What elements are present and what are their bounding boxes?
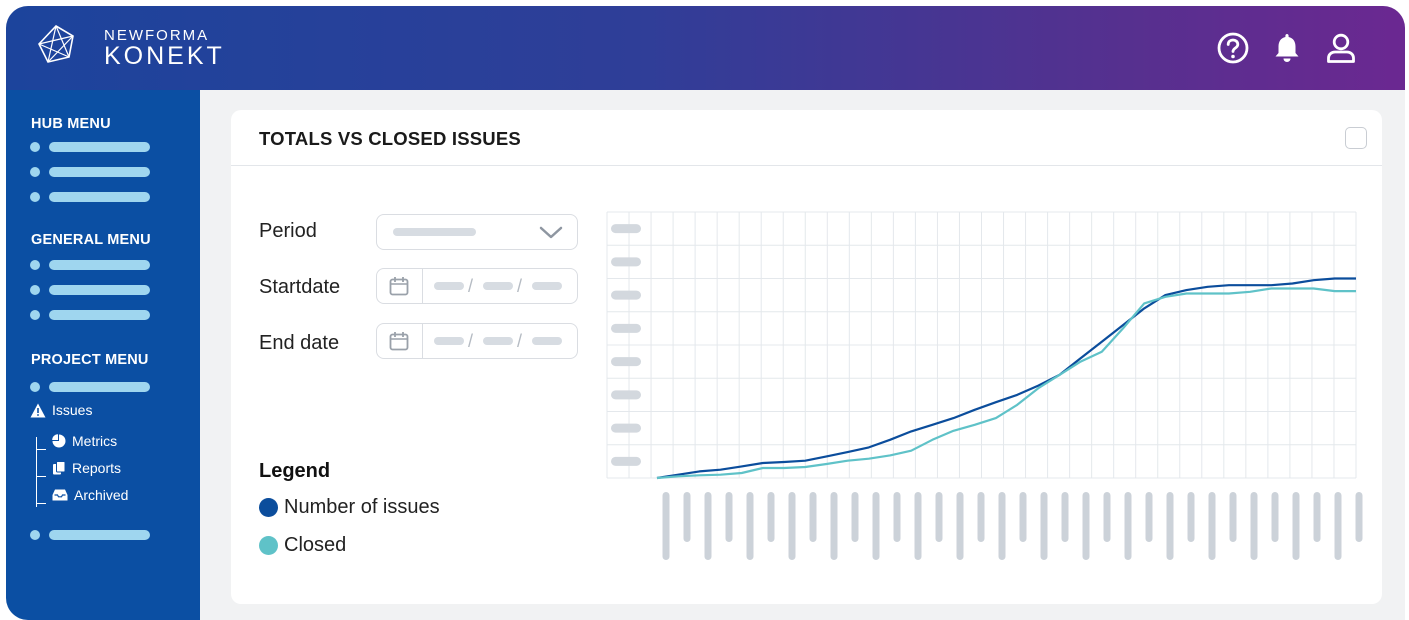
hub-menu-heading: HUB MENU: [31, 116, 111, 132]
sidebar: HUB MENU GENERAL MENU PROJECT MENU Issue…: [6, 90, 200, 620]
general-menu-heading: GENERAL MENU: [31, 232, 151, 248]
x-tick-label-placeholder: [1292, 492, 1300, 560]
bell-icon[interactable]: [1269, 30, 1305, 66]
header-icons: [1215, 30, 1359, 66]
sidebar-item-label: Reports: [72, 460, 122, 476]
x-tick-label-placeholder: [1124, 492, 1132, 560]
x-tick-label-placeholder: [1082, 492, 1090, 560]
x-tick-label-placeholder: [1271, 492, 1279, 542]
x-tick-label-placeholder: [1250, 492, 1258, 560]
sidebar-item-label: Archived: [74, 487, 129, 503]
x-tick-label-placeholder: [725, 492, 733, 542]
x-tick-label-placeholder: [935, 492, 943, 542]
x-tick-label-placeholder: [1019, 492, 1027, 542]
y-tick-label-placeholder: [611, 257, 641, 267]
help-icon[interactable]: [1215, 30, 1251, 66]
documents-icon: [53, 461, 66, 475]
x-tick-label-placeholder: [662, 492, 670, 560]
x-tick-label-placeholder: [788, 492, 796, 560]
sidebar-item-reports[interactable]: Reports: [52, 460, 121, 476]
x-tick-label-placeholder: [1313, 492, 1321, 542]
submenu-tree-lines: [36, 437, 49, 507]
series-line-closed: [656, 287, 1356, 480]
hub-menu-item[interactable]: [30, 192, 150, 202]
x-tick-label-placeholder: [977, 492, 985, 542]
y-tick-label-placeholder: [611, 290, 641, 300]
x-tick-label-placeholder: [1040, 492, 1048, 560]
y-tick-label-placeholder: [611, 357, 641, 367]
x-tick-label-placeholder: [956, 492, 964, 560]
x-tick-label-placeholder: [998, 492, 1006, 560]
hub-menu-item[interactable]: [30, 167, 150, 177]
x-tick-label-placeholder: [1166, 492, 1174, 560]
y-tick-label-placeholder: [611, 323, 641, 333]
pie-chart-icon: [52, 434, 66, 448]
x-tick-label-placeholder: [1334, 492, 1342, 560]
x-tick-label-placeholder: [767, 492, 775, 542]
x-tick-label-placeholder: [830, 492, 838, 560]
x-tick-label-placeholder: [746, 492, 754, 560]
project-menu-item[interactable]: [30, 382, 150, 392]
x-tick-label-placeholder: [851, 492, 859, 542]
top-bar: NEWFORMA KONEKT: [6, 6, 1405, 90]
x-tick-label-placeholder: [1355, 492, 1363, 542]
user-icon[interactable]: [1323, 30, 1359, 66]
x-tick-label-placeholder: [872, 492, 880, 560]
x-tick-label-placeholder: [704, 492, 712, 560]
totals-vs-closed-card: TOTALS VS CLOSED ISSUES Period Startdate…: [231, 110, 1382, 604]
sidebar-item-archived[interactable]: Archived: [52, 487, 128, 503]
y-tick-label-placeholder: [611, 224, 641, 234]
sidebar-item-metrics[interactable]: Metrics: [52, 433, 117, 449]
sidebar-item-issues[interactable]: Issues: [30, 402, 92, 418]
x-tick-label-placeholder: [1187, 492, 1195, 542]
x-tick-label-placeholder: [1103, 492, 1111, 542]
sidebar-item-label: Issues: [52, 402, 93, 418]
sidebar-item-label: Metrics: [72, 433, 118, 449]
x-tick-label-placeholder: [683, 492, 691, 542]
general-menu-item[interactable]: [30, 260, 150, 270]
newforma-logo-icon: [38, 24, 74, 63]
app-window: NEWFORMA KONEKT HUB MENU GENERAL MENU PR…: [6, 6, 1405, 620]
general-menu-item[interactable]: [30, 285, 150, 295]
project-menu-heading: PROJECT MENU: [31, 352, 149, 368]
inbox-icon: [52, 489, 68, 501]
hub-menu-item[interactable]: [30, 142, 150, 152]
y-tick-label-placeholder: [611, 390, 641, 400]
brand-name: NEWFORMA KONEKT: [104, 28, 225, 70]
x-tick-label-placeholder: [809, 492, 817, 542]
x-tick-label-placeholder: [893, 492, 901, 542]
line-chart: [606, 211, 1363, 560]
warning-icon: [30, 403, 46, 417]
x-tick-label-placeholder: [1061, 492, 1069, 542]
y-tick-label-placeholder: [611, 456, 641, 466]
x-tick-label-placeholder: [1208, 492, 1216, 560]
x-tick-label-placeholder: [914, 492, 922, 560]
project-menu-item[interactable]: [30, 530, 150, 540]
y-tick-label-placeholder: [611, 423, 641, 433]
general-menu-item[interactable]: [30, 310, 150, 320]
x-tick-label-placeholder: [1145, 492, 1153, 542]
x-tick-label-placeholder: [1229, 492, 1237, 542]
brand-line-2: KONEKT: [104, 42, 225, 70]
